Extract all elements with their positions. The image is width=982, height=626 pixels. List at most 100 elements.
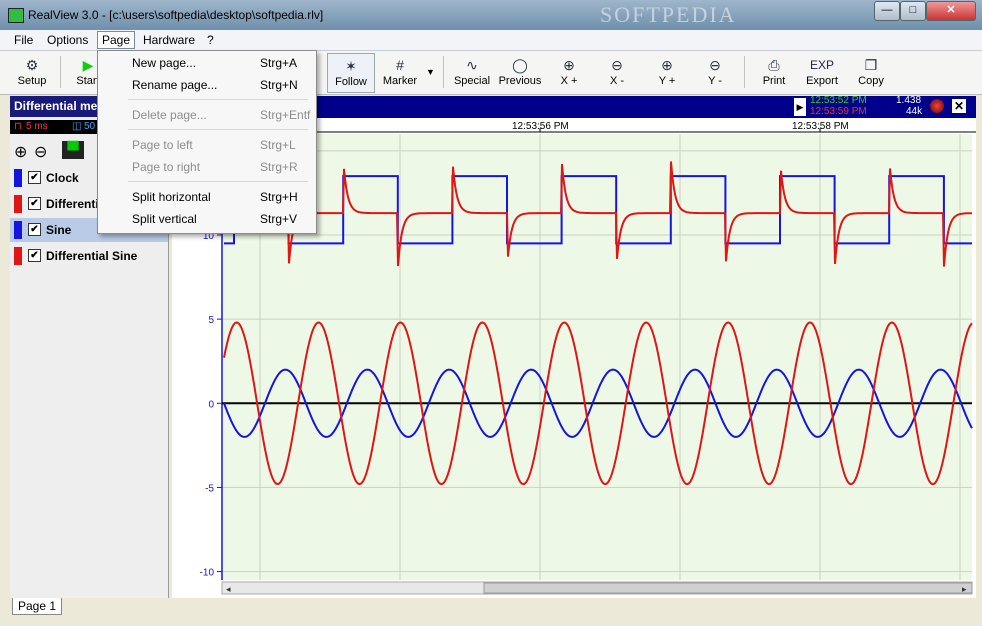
plot-background <box>222 134 972 580</box>
scrollbar-thumb <box>483 582 973 594</box>
zoom-x-in-button[interactable]: ⊕ X + <box>552 53 586 91</box>
channel-checkbox[interactable]: ✔ <box>28 223 41 236</box>
page-menu-dropdown: New page... Strg+A Rename page... Strg+N Del… <box>97 50 317 234</box>
marker-dropdown-arrow-icon[interactable]: ▼ <box>426 67 435 77</box>
channel-color-swatch[interactable] <box>14 247 22 265</box>
page-menu-item-4: Page to left Strg+L <box>102 135 310 155</box>
recording-led-icon <box>930 99 944 113</box>
page-tab-1[interactable]: Page 1 <box>12 598 62 615</box>
remove-channel-icon[interactable]: ⊖ <box>34 142 47 162</box>
special-icon: ∿ <box>466 57 478 73</box>
close-chart-button[interactable]: ✕ <box>952 99 966 113</box>
previous-button[interactable]: ◯ Previous <box>496 53 544 91</box>
page-menu-item-3: Delete page... Strg+Entf <box>102 105 310 125</box>
maximize-button[interactable]: □ <box>900 1 926 21</box>
menu-separator <box>128 129 308 130</box>
minimize-button[interactable]: — <box>874 1 900 21</box>
menu-file[interactable]: File <box>10 32 37 48</box>
toolbar-separator <box>60 56 61 88</box>
channel-checkbox[interactable]: ✔ <box>28 197 41 210</box>
end-time: 12:53:59 PM <box>810 106 867 117</box>
page-menu-item-1[interactable]: New page... Strg+A <box>102 53 310 73</box>
sample-rate: 44k <box>906 106 923 117</box>
zoom-y-in-icon: ⊕ <box>661 57 673 73</box>
y-tick-label: 0 <box>208 399 214 410</box>
zoom-y-out-button[interactable]: ⊖ Y - <box>698 53 732 91</box>
sample-interval: 5 ms <box>26 121 48 132</box>
close-window-button[interactable]: ✕ <box>926 1 976 21</box>
zoom-y-in-button[interactable]: ⊕ Y + <box>650 53 684 91</box>
menu-item-label: New page... <box>132 56 197 70</box>
menu-item-label: Rename page... <box>132 78 218 92</box>
title-bar: RealView 3.0 - [c:\users\softpedia\deskt… <box>0 0 982 30</box>
menu-help[interactable]: ? <box>203 32 218 48</box>
special-button[interactable]: ∿ Special <box>450 53 494 91</box>
page-tab-bar: Page 1 <box>0 598 982 626</box>
export-button[interactable]: EXP Export <box>802 53 842 91</box>
setup-button[interactable]: ⚙ Setup <box>12 53 52 91</box>
y-tick-label: -10 <box>200 568 215 579</box>
menu-item-label: Split horizontal <box>132 190 211 204</box>
channel-checkbox[interactable]: ✔ <box>28 249 41 262</box>
window-title: RealView 3.0 - [c:\users\softpedia\deskt… <box>28 8 324 22</box>
add-channel-icon[interactable]: ⊕ <box>14 142 27 162</box>
print-button[interactable]: ⎙ Print <box>756 53 792 91</box>
menu-hardware[interactable]: Hardware <box>139 32 199 48</box>
monitor-icon: ◫ <box>72 121 82 132</box>
zoom-x-out-icon: ⊖ <box>611 57 623 73</box>
setup-icon: ⚙ <box>25 57 39 73</box>
menu-bar: File Options Page Hardware ? <box>0 30 982 51</box>
channel-checkbox[interactable]: ✔ <box>28 171 41 184</box>
zoom-y-out-icon: ⊖ <box>709 57 721 73</box>
menu-item-shortcut: Strg+V <box>260 212 298 226</box>
menu-separator <box>128 181 308 182</box>
scroll-right-arrow-icon: ▸ <box>962 584 967 594</box>
page-menu-item-2[interactable]: Rename page... Strg+N <box>102 75 310 95</box>
channel-name: Clock <box>46 171 79 185</box>
channel-settings-icon[interactable]: ██ <box>62 141 84 159</box>
toolbar-separator <box>443 56 444 88</box>
menu-page[interactable]: Page <box>97 31 136 49</box>
menu-item-shortcut: Strg+R <box>260 160 298 174</box>
menu-item-shortcut: Strg+H <box>260 190 298 204</box>
y-tick-label: -5 <box>205 483 214 494</box>
app-icon <box>8 8 24 23</box>
page-menu-item-6[interactable]: Split horizontal Strg+H <box>102 187 310 207</box>
channel-color-swatch[interactable] <box>14 221 22 239</box>
menu-item-shortcut: Strg+L <box>260 138 296 152</box>
menu-item-shortcut: Strg+A <box>260 56 298 70</box>
readout-value: 1.438 <box>896 95 922 106</box>
channel-color-swatch[interactable] <box>14 195 22 213</box>
menu-item-label: Split vertical <box>132 212 197 226</box>
toolbar-separator <box>744 56 745 88</box>
time-tick-label: 12:53:58 PM <box>792 121 849 132</box>
channel-row[interactable]: ✔ Differential Sine <box>10 244 168 268</box>
menu-item-shortcut: Strg+Entf <box>260 108 311 122</box>
follow-icon: ✶ <box>345 58 357 74</box>
copy-button[interactable]: ❐ Copy <box>852 53 890 91</box>
export-icon: EXP <box>809 58 834 72</box>
printer-icon: ⎙ <box>768 57 780 73</box>
copy-icon: ❐ <box>864 57 878 73</box>
menu-options[interactable]: Options <box>43 32 92 48</box>
channel-color-swatch[interactable] <box>14 169 22 187</box>
watermark: SOFTPEDIA <box>600 2 737 27</box>
zoom-x-out-button[interactable]: ⊖ X - <box>600 53 634 91</box>
status-count: 50 <box>84 121 96 132</box>
zoom-x-in-icon: ⊕ <box>563 57 575 73</box>
menu-separator <box>128 99 308 100</box>
menu-item-label: Page to right <box>132 160 201 174</box>
follow-button[interactable]: ✶ Follow <box>327 53 375 93</box>
scroll-left-icon: ◂ <box>226 584 231 594</box>
channel-name: Differential Sine <box>46 249 138 263</box>
start-time: 12:53:52 PM <box>810 95 867 106</box>
marker-button[interactable]: # Marker <box>378 53 422 91</box>
menu-item-label: Delete page... <box>132 108 207 122</box>
page-menu-item-5: Page to right Strg+R <box>102 157 310 177</box>
page-menu-item-7[interactable]: Split vertical Strg+V <box>102 209 310 229</box>
scroll-right-icon[interactable]: ▶ <box>794 98 806 116</box>
time-tick-label: 12:53:56 PM <box>512 121 569 132</box>
channel-name: Sine <box>46 223 72 237</box>
y-tick-label: 5 <box>208 315 214 326</box>
menu-item-shortcut: Strg+N <box>260 78 298 92</box>
